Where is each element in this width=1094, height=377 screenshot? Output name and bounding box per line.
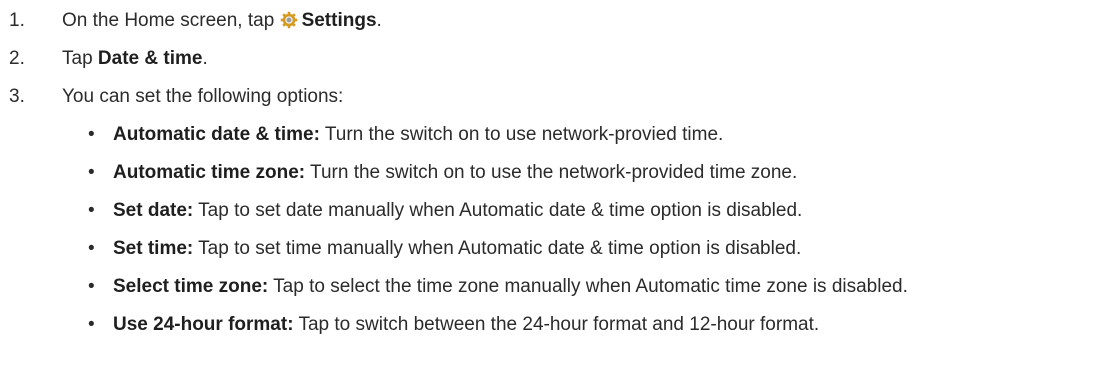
option-description: Turn the switch on to use network-provie… <box>319 124 724 145</box>
option-text: Select time zone: Tap to select the time… <box>113 274 908 300</box>
step-text: Tap Date & time. <box>62 46 208 72</box>
step-text: You can set the following options: <box>62 86 344 107</box>
option-text: Use 24-hour format: Tap to switch betwee… <box>113 312 819 338</box>
step-prefix: On the Home screen, tap <box>62 10 280 31</box>
step-suffix: . <box>376 10 382 31</box>
option-description: Tap to select the time zone manually whe… <box>268 276 908 297</box>
option-term: Select time zone: <box>113 276 269 297</box>
option-description: Tap to set date manually when Automatic … <box>193 200 803 221</box>
option-term: Set time: <box>113 238 194 259</box>
option-term: Automatic date & time: <box>113 124 320 145</box>
bullet: • <box>88 238 95 259</box>
bullet: • <box>88 124 95 145</box>
settings-label: Settings <box>301 10 377 31</box>
option-text: Set date: Tap to set date manually when … <box>113 198 802 224</box>
option-text: Automatic date & time: Turn the switch o… <box>113 122 723 148</box>
option-term: Set date: <box>113 200 194 221</box>
bullet: • <box>88 162 95 183</box>
step-suffix: . <box>202 48 208 69</box>
bullet: • <box>88 276 95 297</box>
step-number: 3. <box>9 86 25 107</box>
step-prefix: Tap <box>62 48 98 69</box>
option-text: Set time: Tap to set time manually when … <box>113 236 801 262</box>
option-description: Tap to set time manually when Automatic … <box>193 238 802 259</box>
step-number: 1. <box>9 10 25 31</box>
settings-gear-icon <box>280 11 297 29</box>
option-text: Automatic time zone: Turn the switch on … <box>113 160 797 186</box>
bullet: • <box>88 314 95 335</box>
step-number: 2. <box>9 48 25 69</box>
step-text: On the Home screen, tap Settings. <box>62 8 382 34</box>
date-time-label: Date & time <box>97 48 203 69</box>
option-description: Tap to switch between the 24-hour format… <box>293 314 820 335</box>
option-term: Automatic time zone: <box>113 162 306 183</box>
option-description: Turn the switch on to use the network-pr… <box>305 162 798 183</box>
option-term: Use 24-hour format: <box>113 314 294 335</box>
bullet: • <box>88 200 95 221</box>
